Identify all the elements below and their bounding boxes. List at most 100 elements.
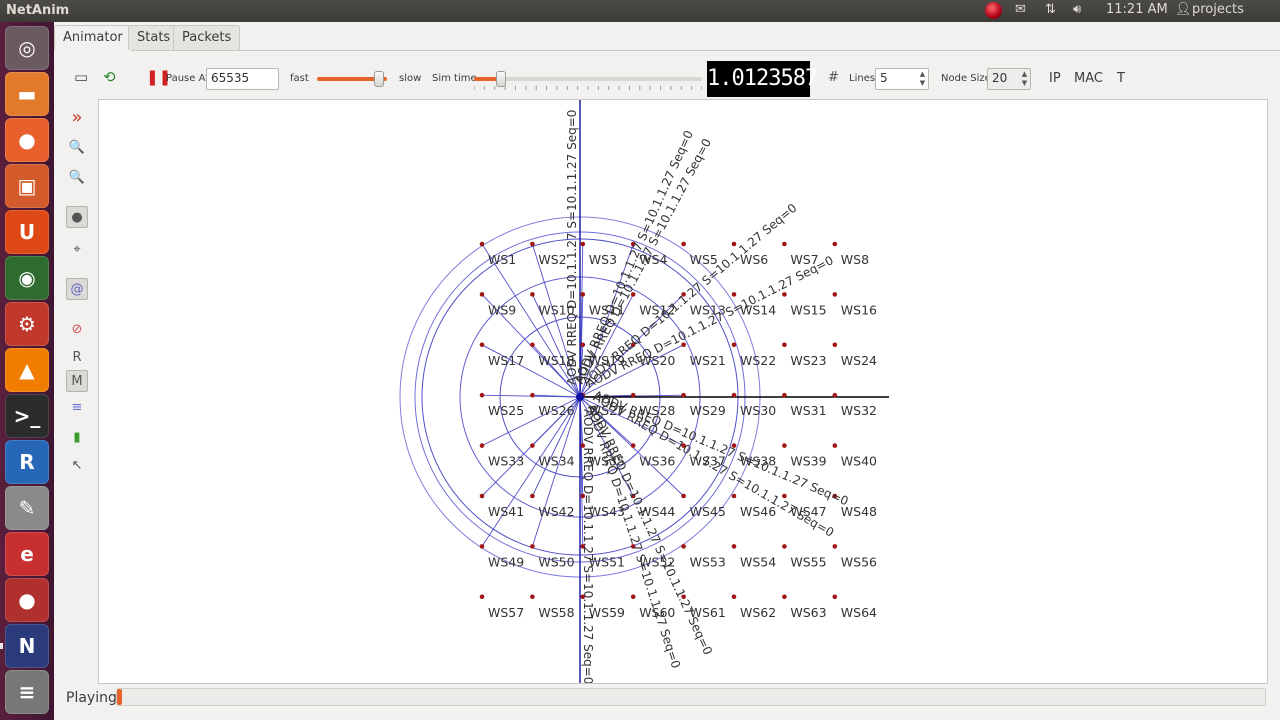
node-size-spinner-icon[interactable]: ▲ ▼ [1020, 70, 1029, 88]
link-line [481, 396, 581, 547]
tab-animator[interactable]: Animator [54, 25, 132, 51]
node-dot [530, 443, 535, 448]
lines-label: Lines [849, 73, 876, 84]
node-dot [832, 392, 838, 398]
node-label: WS36 [639, 454, 675, 469]
node-dot [832, 443, 838, 448]
launcher-terminal-icon[interactable]: >_ [5, 394, 49, 438]
node-dot [782, 342, 787, 348]
node-dot [630, 392, 636, 398]
sim-time-slider-handle[interactable] [496, 71, 507, 87]
node-dot [782, 443, 787, 448]
launcher-trash-icon[interactable]: ≡ [5, 670, 49, 714]
node-dot [832, 594, 838, 600]
node-dot [580, 292, 586, 297]
node-dot [731, 342, 737, 348]
launcher-vlc-icon[interactable]: ▲ [5, 348, 49, 392]
node-dot [580, 342, 586, 348]
launcher-netanim-icon[interactable]: N [5, 624, 49, 668]
mac-toggle[interactable]: MAC [1074, 71, 1103, 86]
node-dot [479, 342, 485, 348]
lines-input[interactable]: 5 ▲ ▼ [875, 68, 929, 90]
node-dot [530, 241, 535, 247]
node-label: WS57 [488, 605, 524, 620]
fingerprint-icon[interactable]: @ [66, 278, 88, 300]
launcher-firefox-icon[interactable]: ● [5, 118, 49, 162]
node-label: WS39 [790, 454, 826, 469]
sim-time-slider-track[interactable] [474, 77, 702, 81]
node-label: WS49 [488, 554, 524, 569]
playback-progress-fill [117, 689, 122, 705]
node-dot [832, 342, 838, 348]
record-indicator-icon[interactable] [985, 2, 1002, 19]
node-size-select[interactable]: 20 ▲ ▼ [987, 68, 1031, 90]
launcher-ubuntu-one-icon[interactable]: U [5, 210, 49, 254]
node-label: WS9 [488, 302, 516, 317]
tab-stats[interactable]: Stats [128, 25, 180, 50]
link-line [531, 396, 581, 547]
position-label-icon[interactable]: ⌖ [66, 238, 88, 260]
node-label: WS16 [841, 302, 877, 317]
node-dot [681, 544, 686, 549]
node-label: WS22 [740, 353, 776, 368]
r-button-icon[interactable]: R [66, 346, 88, 368]
packet-label: AODV RREQ D=10.1.1.27 S=10.1.1.27 Seq=0 [565, 110, 579, 385]
node-label: WS33 [488, 454, 524, 469]
mail-icon[interactable]: ✉ [1015, 2, 1026, 17]
launcher-system-settings-icon[interactable]: ⚙ [5, 302, 49, 346]
node-dot [530, 292, 535, 297]
node-dot [832, 241, 838, 247]
tab-packets[interactable]: Packets [173, 25, 241, 50]
launcher-dash-home-icon[interactable]: ◎ [5, 26, 49, 70]
t-toggle[interactable]: T [1117, 71, 1125, 86]
launcher-globe-icon[interactable]: ◉ [5, 256, 49, 300]
pause-at-label: Pause At [166, 73, 210, 84]
reload-icon[interactable]: ⟲ [103, 68, 116, 86]
launcher-r-language-icon[interactable]: R [5, 440, 49, 484]
app-title: NetAnim [6, 3, 70, 18]
open-file-icon[interactable]: ▭ [74, 68, 88, 86]
node-dot [479, 392, 485, 398]
source-node-marker [576, 393, 584, 401]
top-panel: NetAnim ✉ ⇅ 🔊︎ 11:21 AM 👤︎ projects [0, 0, 1280, 22]
network-icon[interactable]: ⇅ [1045, 2, 1056, 17]
launcher-text-editor-icon[interactable]: ✎ [5, 486, 49, 530]
launcher-software-center-icon[interactable]: ▣ [5, 164, 49, 208]
animation-canvas[interactable]: WS1 WS2 WS3 WS4 WS5 WS6 WS7 WS8 WS9 WS10 WS11 WS12 W… [98, 99, 1268, 684]
user-name[interactable]: projects [1192, 2, 1244, 17]
blocked-icon[interactable]: ⊘ [66, 318, 88, 340]
node-label: WS45 [690, 504, 726, 519]
node-dot [580, 241, 586, 247]
node-label: WS62 [740, 605, 776, 620]
m-button-icon[interactable]: M [66, 370, 88, 392]
launcher-files-icon[interactable]: ▬ [5, 72, 49, 116]
battery-icon[interactable]: ▮ [66, 426, 88, 448]
zoom-out-icon[interactable]: 🔍 [66, 166, 88, 188]
ip-toggle[interactable]: IP [1049, 71, 1061, 86]
node-dot [530, 342, 535, 348]
node-dot [530, 392, 535, 398]
grid-icon[interactable]: # [828, 70, 839, 85]
node-dot [731, 544, 737, 549]
launcher-eraser-icon[interactable]: e [5, 532, 49, 576]
zoom-in-icon[interactable]: 🔍 [66, 136, 88, 158]
node-dot [479, 493, 485, 499]
clock[interactable]: 11:21 AM [1106, 2, 1168, 17]
pause-at-input[interactable]: 65535 [206, 68, 279, 90]
cursor-icon[interactable]: ↖ [66, 454, 88, 476]
lines-value: 5 [880, 71, 888, 85]
fast-label: fast [290, 73, 309, 84]
lines-icon[interactable]: ≡ [66, 396, 88, 418]
launcher-wine-icon[interactable]: ● [5, 578, 49, 622]
left-toolbar: » 🔍 🔍 ● ⌖ @ ⊘ R M ≡ ▮ ↖ [54, 98, 98, 698]
node-dot [630, 594, 636, 600]
lines-spinner-icon[interactable]: ▲ ▼ [918, 70, 927, 88]
node-dot [782, 392, 787, 398]
node-position-icon[interactable]: ● [66, 206, 88, 228]
volume-icon[interactable]: 🔊︎ [1073, 2, 1081, 17]
tab-bar: Animator Stats Packets [54, 22, 1280, 51]
node-label: WS30 [740, 403, 776, 418]
network-topology: WS1 WS2 WS3 WS4 WS5 WS6 WS7 WS8WS9 WS10 WS11 WS12 W… [399, 100, 889, 683]
expand-icon[interactable]: » [66, 106, 88, 128]
speed-slider-handle[interactable] [373, 71, 384, 87]
